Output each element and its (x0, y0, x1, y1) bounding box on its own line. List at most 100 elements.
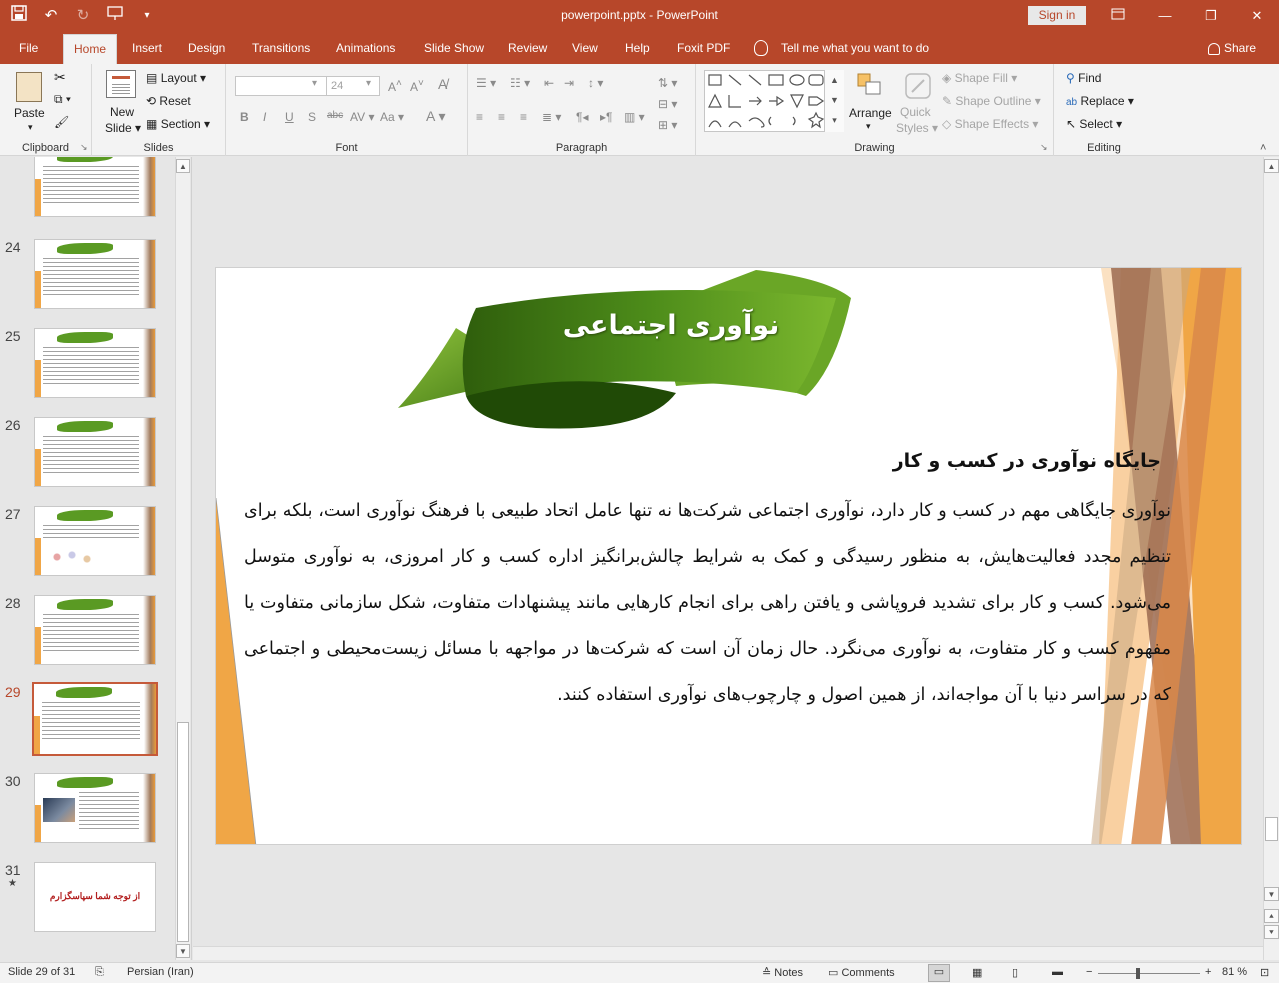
slide-thumbnail-28[interactable] (34, 595, 156, 665)
tab-insert[interactable]: Insert (132, 32, 162, 64)
increase-indent-icon[interactable]: ⇥ (564, 76, 574, 90)
thumbnail-row-26[interactable]: 26 (0, 417, 175, 497)
underline-button[interactable]: U (285, 110, 294, 124)
restore-icon[interactable]: ❐ (1199, 4, 1223, 28)
text-shadow-button[interactable]: S (308, 110, 316, 124)
change-case-icon[interactable]: Aa ▾ (380, 110, 404, 124)
font-color-icon[interactable]: A ▾ (426, 108, 445, 125)
decrease-indent-icon[interactable]: ⇤ (544, 76, 554, 90)
align-left-icon[interactable]: ≡ (476, 110, 483, 124)
slide-body-text[interactable]: نوآوری جایگاهی مهم در کسب و کار دارد، نو… (244, 488, 1171, 718)
reset-button[interactable]: ⟲ Reset (146, 94, 191, 108)
slide-thumbnail-29[interactable] (32, 682, 158, 756)
slideshow-view-icon[interactable]: ▬ (1052, 966, 1063, 978)
shrink-font-icon[interactable]: A˅ (410, 78, 424, 94)
thumbnail-row-28[interactable]: 28 (0, 595, 175, 675)
thumbnail-row-30[interactable]: 30 (0, 773, 175, 853)
tab-design[interactable]: Design (188, 32, 225, 64)
arrange-dropdown-icon[interactable]: ▾ (866, 121, 871, 132)
rtl-icon[interactable]: ¶◂ (576, 110, 588, 124)
editor-scroll-thumb[interactable] (1265, 817, 1278, 841)
thumbnail-scrollbar[interactable]: ▲ ▼ (175, 157, 190, 960)
line-spacing-icon[interactable]: ↕ ▾ (588, 76, 603, 90)
quick-styles-icon[interactable] (904, 72, 932, 103)
new-slide-label-1[interactable]: New (110, 105, 134, 119)
collapse-ribbon-icon[interactable]: ˄ (1260, 142, 1266, 154)
layout-button[interactable]: ▤ Layout ▾ (146, 71, 206, 85)
strikethrough-button[interactable]: abc (327, 110, 343, 121)
close-icon[interactable]: ✕ (1245, 4, 1269, 28)
zoom-in-button[interactable]: + (1205, 966, 1211, 978)
copy-icon[interactable]: ⧉ ▾ (54, 92, 71, 107)
align-center-icon[interactable]: ≡ (498, 110, 505, 124)
language-indicator[interactable]: Persian (Iran) (127, 966, 194, 978)
slide-thumbnail-25[interactable] (34, 328, 156, 398)
previous-slide-icon[interactable]: ⯅ (1264, 909, 1279, 923)
italic-button[interactable]: I (263, 110, 266, 124)
zoom-level[interactable]: 81 % (1222, 966, 1247, 978)
tab-transitions[interactable]: Transitions (252, 32, 310, 64)
align-text-icon[interactable]: ⊟ ▾ (658, 97, 677, 111)
share-button[interactable]: Share (1208, 32, 1256, 64)
zoom-out-button[interactable]: − (1086, 966, 1092, 978)
character-spacing-icon[interactable]: AV ▾ (350, 110, 374, 124)
next-slide-icon[interactable]: ⯆ (1264, 925, 1279, 939)
find-button[interactable]: ⚲ Find (1066, 71, 1101, 85)
fit-to-window-icon[interactable]: ⊡ (1260, 966, 1269, 979)
tab-home[interactable]: Home (63, 34, 118, 64)
thumbnail-row-29[interactable]: 29 (0, 682, 175, 764)
font-name-dropdown-icon[interactable]: ▾ (312, 78, 317, 89)
thumbnail-row-31[interactable]: 31 ★ از توجه شما سپاسگزارم (0, 862, 175, 942)
editor-scrollbar[interactable]: ▲ ▼ ⯅ ⯆ (1263, 157, 1279, 960)
tab-file[interactable]: File (19, 32, 38, 64)
text-direction-icon[interactable]: ⇅ ▾ (658, 76, 677, 90)
clipboard-launcher-icon[interactable]: ↘ (80, 142, 88, 153)
comments-button[interactable]: ▭ Comments (828, 966, 895, 979)
slide-title[interactable]: نوآوری اجتماعی (546, 310, 796, 341)
scroll-up-icon[interactable]: ▲ (176, 159, 190, 173)
thumbnail-row-25[interactable]: 25 (0, 328, 175, 408)
normal-view-icon[interactable]: ▭ (928, 964, 950, 982)
arrange-icon[interactable] (856, 72, 884, 101)
font-size-dropdown-icon[interactable]: ▾ (366, 78, 371, 89)
slide-thumbnail[interactable] (34, 157, 156, 217)
shape-effects-button[interactable]: ◇ Shape Effects ▾ (942, 117, 1038, 131)
slide-thumbnail-24[interactable] (34, 239, 156, 309)
section-button[interactable]: ▦ Section ▾ (146, 117, 210, 131)
current-slide[interactable]: نوآوری اجتماعی جایگاه نوآوری در کسب و کا… (215, 267, 1242, 845)
slide-thumbnail-26[interactable] (34, 417, 156, 487)
slide-sorter-icon[interactable]: ▦ (972, 966, 982, 979)
scroll-down-icon[interactable]: ▼ (1264, 887, 1279, 901)
align-right-icon[interactable]: ≡ (520, 110, 527, 124)
ltr-icon[interactable]: ▸¶ (600, 110, 612, 124)
slide-thumbnail-30[interactable] (34, 773, 156, 843)
thumbnail-row-24[interactable]: 24 (0, 239, 175, 319)
grow-font-icon[interactable]: A˄ (388, 78, 402, 94)
paste-icon[interactable] (16, 72, 42, 102)
cut-icon[interactable]: ✂ (54, 69, 66, 86)
numbering-icon[interactable]: ☷ ▾ (510, 76, 530, 90)
drawing-launcher-icon[interactable]: ↘ (1040, 142, 1048, 153)
spell-check-icon[interactable]: ⎘ (95, 966, 104, 979)
bold-button[interactable]: B (240, 110, 249, 124)
thumbnail-row[interactable] (0, 157, 175, 227)
new-slide-label-2[interactable]: Slide ▾ (105, 121, 141, 135)
clear-formatting-icon[interactable]: A̸ (438, 76, 447, 92)
thumbnail-row-27[interactable]: 27 (0, 506, 175, 586)
format-painter-icon[interactable]: 🖌 (54, 115, 69, 129)
scroll-up-icon[interactable]: ▲ (1264, 159, 1279, 173)
paste-button[interactable]: Paste (14, 106, 45, 120)
scroll-down-icon[interactable]: ▼ (176, 944, 190, 958)
quick-styles-label-2[interactable]: Styles ▾ (896, 121, 938, 135)
replace-button[interactable]: ab Replace ▾ (1066, 94, 1134, 108)
bullets-icon[interactable]: ☰ ▾ (476, 76, 496, 90)
slide-thumbnail-31[interactable]: از توجه شما سپاسگزارم (34, 862, 156, 932)
minimize-icon[interactable]: — (1153, 4, 1177, 28)
arrange-button[interactable]: Arrange (849, 106, 892, 120)
zoom-slider-thumb[interactable] (1136, 968, 1140, 979)
font-size-combo[interactable]: 24 (326, 76, 380, 96)
new-slide-icon[interactable] (106, 70, 136, 98)
slide-subtitle[interactable]: جایگاه نوآوری در کسب و کار (893, 450, 1161, 472)
reading-view-icon[interactable]: ▯ (1012, 966, 1018, 979)
quick-styles-label-1[interactable]: Quick (900, 105, 931, 119)
